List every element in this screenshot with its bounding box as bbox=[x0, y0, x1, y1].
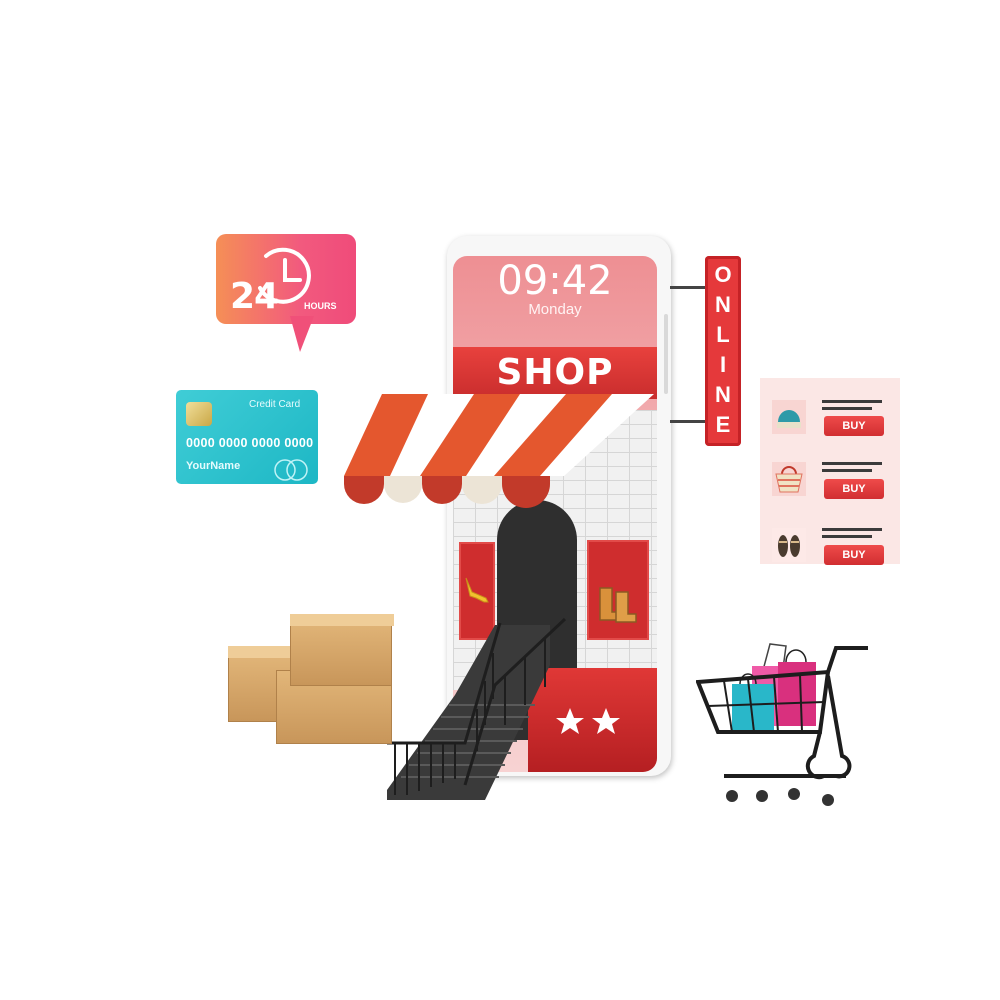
phone-day: Monday bbox=[528, 301, 582, 318]
awning-icon bbox=[344, 394, 654, 508]
sandals-icon bbox=[772, 528, 806, 562]
product-desc-line bbox=[822, 462, 882, 465]
online-letter: E bbox=[715, 412, 731, 437]
hours-bubble-tail bbox=[290, 316, 314, 352]
high-heel-icon bbox=[465, 577, 489, 603]
boots-icon bbox=[599, 587, 637, 623]
credit-card-name: YourName bbox=[186, 460, 241, 472]
online-letter: L bbox=[716, 322, 730, 347]
cardboard-box-top bbox=[228, 646, 298, 658]
cart-icon bbox=[696, 643, 868, 806]
buy-button[interactable]: BUY bbox=[824, 416, 884, 436]
phone-time: 09:42 bbox=[497, 258, 613, 304]
beanie-hat-icon bbox=[772, 400, 806, 434]
buy-button[interactable]: BUY bbox=[824, 479, 884, 499]
online-letter: N bbox=[715, 382, 731, 407]
product-desc-line bbox=[822, 407, 872, 410]
shop-title: SHOP bbox=[496, 352, 614, 393]
chip-icon bbox=[186, 402, 212, 426]
buy-button[interactable]: BUY bbox=[824, 545, 884, 565]
online-letter: N bbox=[715, 292, 731, 317]
hours-unit: HOURS bbox=[304, 301, 337, 311]
staircase-icon bbox=[387, 617, 567, 800]
online-letter: I bbox=[719, 352, 727, 377]
sign-rod-top bbox=[670, 286, 706, 289]
online-letter: O bbox=[714, 262, 732, 287]
product-desc-line bbox=[822, 535, 872, 538]
phone-side-button bbox=[664, 314, 668, 394]
product-desc-line bbox=[822, 528, 882, 531]
sign-rod-bottom bbox=[670, 420, 706, 423]
credit-card-number: 0000 0000 0000 0000 bbox=[186, 436, 314, 450]
product-desc-line bbox=[822, 400, 882, 403]
mastercard-icon bbox=[274, 459, 308, 481]
cardboard-box-top bbox=[290, 614, 394, 626]
hours-number: 24 bbox=[230, 276, 279, 317]
cardboard-box-icon bbox=[290, 618, 392, 686]
product-desc-line bbox=[822, 469, 872, 472]
tote-bag-icon bbox=[772, 462, 806, 496]
credit-card-label: Credit Card bbox=[249, 399, 301, 410]
